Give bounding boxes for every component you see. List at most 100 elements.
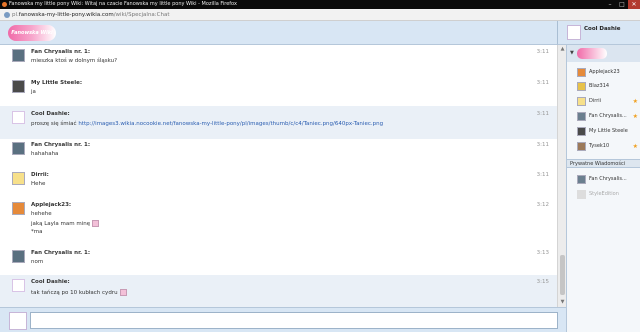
my-avatar <box>567 25 581 40</box>
message-text-line: jaką Layla mam minę <box>31 221 91 227</box>
scroll-down-icon[interactable]: ▼ <box>559 299 566 306</box>
message-author[interactable]: Cool Dashie: <box>31 111 70 117</box>
message-author[interactable]: Fan Chrysalis nr. 1: <box>31 49 90 55</box>
maximize-button[interactable]: □ <box>616 0 628 9</box>
user-list-item[interactable]: Tysek10 ★ <box>567 139 640 153</box>
chat-message: Dirrii: Hehe 3:11 <box>0 169 557 199</box>
site-identity-icon[interactable] <box>4 12 10 18</box>
user-list-item[interactable]: Blaz314 <box>567 79 640 93</box>
emoticon-icon <box>119 289 127 296</box>
avatar <box>577 97 586 106</box>
avatar[interactable] <box>12 279 25 292</box>
minimize-button[interactable]: – <box>604 0 616 9</box>
user-list-item[interactable]: My Little Steele <box>567 124 640 138</box>
message-text-line: tak tańczą po 10 kubłach cydru <box>31 290 118 296</box>
message-text: tak tańczą po 10 kubłach cydru <box>31 289 127 296</box>
user-name: StyleEdition <box>589 191 619 197</box>
message-author[interactable]: My Little Steele: <box>31 80 82 86</box>
message-time: 3:11 <box>536 142 549 148</box>
chat-message: Cool Dashie: proszę się śmiać http://ima… <box>0 106 557 139</box>
user-name: Dirrii <box>589 98 602 104</box>
avatar[interactable] <box>12 111 25 124</box>
url-prefix: pl. <box>12 12 19 18</box>
avatar[interactable] <box>12 202 25 215</box>
avatar <box>577 112 586 121</box>
avatar[interactable] <box>12 172 25 185</box>
user-name: Fan Chrysalis... <box>589 113 627 119</box>
user-name: Blaz314 <box>589 83 610 89</box>
user-list-item[interactable]: Dirrii ★ <box>567 94 640 108</box>
user-name: Fan Chrysalis... <box>589 176 627 182</box>
message-text: hehehe <box>31 211 52 217</box>
message-author[interactable]: Fan Chrysalis nr. 1: <box>31 250 90 256</box>
avatar <box>577 68 586 77</box>
window-titlebar: Fanowska my little pony Wiki: Witaj na c… <box>0 0 640 9</box>
message-author[interactable]: Dirrii: <box>31 172 49 178</box>
avatar[interactable] <box>12 80 25 93</box>
message-time: 3:11 <box>536 49 549 55</box>
avatar[interactable] <box>12 250 25 263</box>
chat-message: My Little Steele: ja 3:11 <box>0 75 557 106</box>
user-name: My Little Steele <box>589 128 628 134</box>
private-chat-item[interactable]: Fan Chrysalis... <box>567 172 640 186</box>
emoticon-icon <box>92 220 100 227</box>
message-text: hahahaha <box>31 151 59 157</box>
avatar <box>577 190 586 199</box>
user-name: Applejack23 <box>589 69 620 75</box>
avatar[interactable] <box>12 49 25 62</box>
avatar <box>577 127 586 136</box>
chat-message: Cool Dashie: tak tańczą po 10 kubłach cy… <box>0 275 557 307</box>
chat-message: Fan Chrysalis nr. 1: nom 3:13 <box>0 246 557 275</box>
message-time: 3:15 <box>536 279 549 285</box>
message-text: nom <box>31 259 44 265</box>
message-time: 3:13 <box>536 250 549 256</box>
message-time: 3:11 <box>536 80 549 86</box>
scrollbar-thumb[interactable] <box>560 255 565 295</box>
star-icon: ★ <box>632 143 638 150</box>
message-time: 3:12 <box>536 202 549 208</box>
chat-message: Applejack23: hehehe jaką Layla mam minę … <box>0 199 557 246</box>
close-button[interactable]: ✕ <box>628 0 640 9</box>
room-logo <box>577 48 607 59</box>
avatar[interactable] <box>12 142 25 155</box>
message-author[interactable]: Cool Dashie: <box>31 279 70 285</box>
message-time: 3:11 <box>536 172 549 178</box>
my-avatar <box>9 312 27 330</box>
chat-header: Fanowska Wiki <box>0 21 557 45</box>
url-path: /wiki/Specjalna:Chat <box>113 12 170 18</box>
message-author[interactable]: Fan Chrysalis nr. 1: <box>31 142 90 148</box>
star-icon: ★ <box>632 98 638 105</box>
wiki-logo[interactable]: Fanowska Wiki <box>8 25 56 41</box>
private-messages-header: Prywatne Wiadomości <box>567 159 640 168</box>
chat-scrollbar[interactable]: ▲ ▼ <box>557 45 566 307</box>
user-name: Tysek10 <box>589 143 610 149</box>
message-text: *ma <box>31 229 43 235</box>
user-list-item[interactable]: Fan Chrysalis... ★ <box>567 109 640 123</box>
message-text: Hehe <box>31 181 46 187</box>
avatar <box>577 142 586 151</box>
message-text: ja <box>31 89 36 95</box>
message-author[interactable]: Applejack23: <box>31 202 71 208</box>
url-host: fanowska-my-little-pony.wikia.com <box>18 12 114 18</box>
room-entry[interactable]: ▼ <box>567 45 640 62</box>
user-list-item[interactable]: Applejack23 <box>567 65 640 79</box>
chat-message: Fan Chrysalis nr. 1: mieszka ktoś w doln… <box>0 45 557 75</box>
avatar <box>577 175 586 184</box>
message-time: 3:11 <box>536 111 549 117</box>
scroll-up-icon[interactable]: ▲ <box>559 46 566 53</box>
message-text: jaką Layla mam minę <box>31 220 100 227</box>
address-bar[interactable]: pl.fanowska-my-little-pony.wikia.com/wik… <box>0 9 640 21</box>
message-text: proszę się śmiać http://images3.wikia.no… <box>31 121 383 127</box>
message-input-bar <box>0 307 566 332</box>
chat-message: Fan Chrysalis nr. 1: hahahaha 3:11 <box>0 139 557 169</box>
message-input[interactable] <box>30 312 558 329</box>
chat-messages: Fan Chrysalis nr. 1: mieszka ktoś w doln… <box>0 45 557 307</box>
firefox-icon <box>2 2 7 7</box>
window-controls: – □ ✕ <box>604 0 640 9</box>
my-username: Cool Dashie <box>584 26 621 32</box>
user-list-sidebar: ▼ Applejack23 Blaz314 Dirrii ★ Fan Chrys… <box>566 45 640 332</box>
message-text-prefix: proszę się śmiać <box>31 121 77 127</box>
private-chat-item[interactable]: StyleEdition <box>567 187 640 201</box>
message-link[interactable]: http://images3.wikia.nocookie.net/fanows… <box>78 121 383 127</box>
collapse-arrow-icon[interactable]: ▼ <box>570 50 574 56</box>
